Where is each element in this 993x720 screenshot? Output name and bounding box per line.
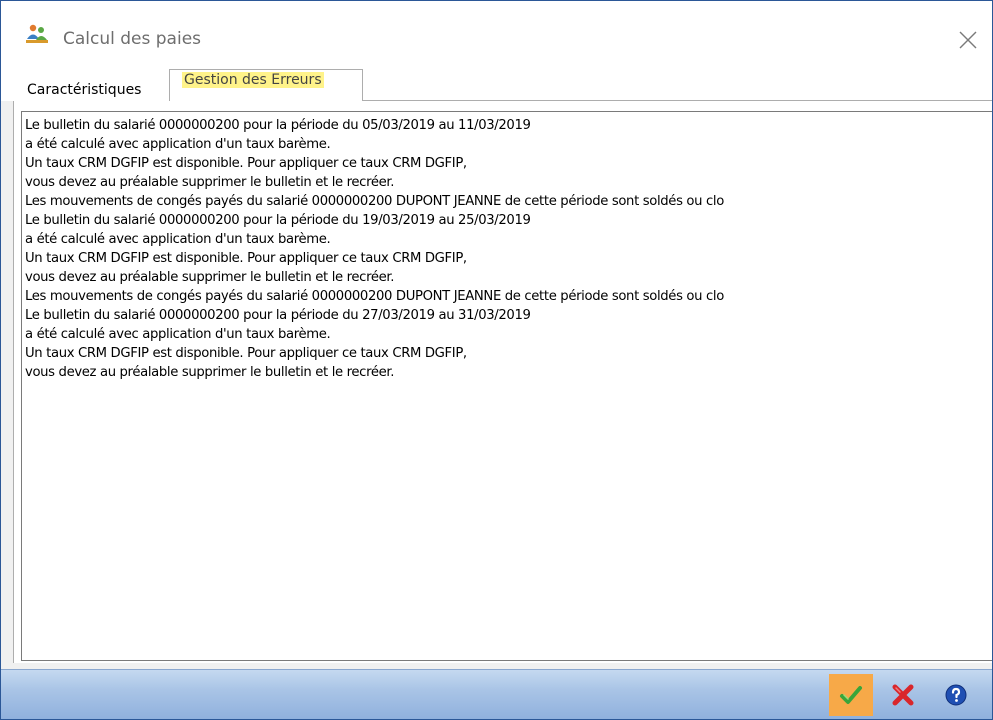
title-bar: Calcul des paies — [1, 1, 992, 67]
error-line: vous devez au préalable supprimer le bul… — [25, 365, 395, 380]
error-line: a été calculé avec application d'un taux… — [25, 137, 331, 152]
validate-button[interactable] — [829, 674, 873, 716]
action-bar — [1, 669, 992, 719]
error-line: Le bulletin du salarié 0000000200 pour l… — [25, 213, 531, 228]
window-title: Calcul des paies — [63, 29, 202, 49]
error-line: Un taux CRM DGFIP est disponible. Pour a… — [25, 346, 467, 361]
tab-gestion-des-erreurs[interactable]: Gestion des Erreurs — [169, 69, 363, 102]
error-line: a été calculé avec application d'un taux… — [25, 232, 331, 247]
tab-strip: Caractéristiques Gestion des Erreurs — [1, 67, 992, 102]
error-line: vous devez au préalable supprimer le bul… — [25, 175, 395, 190]
error-line: Le bulletin du salarié 0000000200 pour l… — [25, 118, 531, 133]
help-question-icon — [945, 684, 967, 706]
error-line: vous devez au préalable supprimer le bul… — [25, 270, 395, 285]
calcul-des-paies-dialog: Calcul des paies Caractéristiques Gestio… — [0, 0, 993, 720]
cancel-button[interactable] — [881, 674, 925, 716]
error-log-lines: Le bulletin du salarié 0000000200 pour l… — [25, 116, 724, 382]
tab-panel-gestion-des-erreurs: Le bulletin du salarié 0000000200 pour l… — [13, 101, 992, 663]
error-line: Les mouvements de congés payés du salari… — [25, 194, 724, 209]
payroll-people-icon — [26, 24, 48, 43]
error-log-textbox[interactable]: Le bulletin du salarié 0000000200 pour l… — [21, 111, 992, 661]
red-cross-icon — [892, 684, 914, 706]
tab-caracteristiques[interactable]: Caractéristiques — [13, 75, 165, 102]
tab-label: Caractéristiques — [27, 82, 142, 98]
help-button[interactable] — [934, 674, 978, 716]
error-line: Le bulletin du salarié 0000000200 pour l… — [25, 308, 531, 323]
error-line: Un taux CRM DGFIP est disponible. Pour a… — [25, 251, 467, 266]
error-line: Les mouvements de congés payés du salari… — [25, 289, 724, 304]
close-icon[interactable] — [957, 29, 979, 51]
tab-label: Gestion des Erreurs — [182, 72, 324, 88]
checkmark-icon — [840, 686, 862, 704]
error-line: Un taux CRM DGFIP est disponible. Pour a… — [25, 156, 467, 171]
error-line: a été calculé avec application d'un taux… — [25, 327, 331, 342]
